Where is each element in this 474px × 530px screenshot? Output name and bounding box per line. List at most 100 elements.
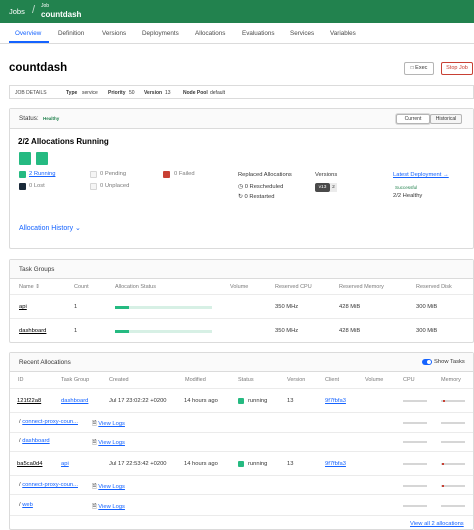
task-group-name[interactable]: dashboard — [19, 328, 46, 334]
tab-evaluations[interactable]: Evaluations — [242, 30, 275, 37]
task-group-disk: 300 MiB — [416, 328, 438, 334]
divider — [10, 412, 473, 413]
job-details-label: JOB DETAILS — [15, 89, 47, 96]
task-groups-title: Task Groups — [19, 266, 55, 273]
toggle-current[interactable]: Current — [396, 114, 430, 124]
col-id[interactable]: ID — [18, 377, 24, 383]
file-icon: 🗎 — [92, 440, 97, 446]
task-name-link[interactable]: connect-proxy-coun... — [22, 482, 78, 488]
file-icon: 🗎 — [92, 421, 97, 427]
pending-swatch — [90, 171, 97, 178]
col-reserved-disk[interactable]: Reserved Disk — [416, 284, 452, 290]
priority-label: Priority — [108, 89, 126, 96]
show-tasks-toggle[interactable] — [422, 359, 432, 365]
version-count: 2 — [330, 183, 337, 192]
running-swatch — [19, 171, 26, 178]
memory-usage-bar — [441, 441, 465, 443]
type-value: service — [82, 89, 98, 96]
toggle-historical[interactable]: Historical — [430, 114, 462, 124]
task-name-link[interactable]: web — [22, 502, 33, 508]
failed-count: 0 Failed — [174, 171, 195, 177]
cpu-usage-bar — [403, 422, 427, 424]
status-badge: Healthy — [43, 116, 60, 121]
deployment-healthy: 2/2 Healthy — [393, 193, 423, 199]
restarted-count: 0 Restarted — [244, 194, 275, 200]
allocation-block-running[interactable] — [36, 152, 48, 165]
task-group-count: 1 — [74, 304, 78, 310]
tab-overview[interactable]: Overview — [15, 30, 41, 37]
tab-versions[interactable]: Versions — [102, 30, 126, 37]
allocation-id-link[interactable]: ba5ca0d4 — [17, 461, 42, 467]
latest-deployment-link[interactable]: Latest Deployment → — [393, 172, 449, 178]
lost-swatch — [19, 183, 26, 190]
task-row: / connect-proxy-coun... — [19, 482, 78, 488]
col-reserved-memory[interactable]: Reserved Memory — [339, 284, 384, 290]
task-name-link[interactable]: connect-proxy-coun... — [22, 419, 78, 425]
breadcrumb-job-name[interactable]: countdash — [41, 10, 81, 19]
view-logs-link[interactable]: View Logs — [98, 484, 125, 490]
allocation-status-bar — [115, 306, 212, 309]
tab-variables[interactable]: Variables — [330, 30, 356, 37]
allocation-id-link[interactable]: 121f22a8 — [17, 398, 41, 404]
type-label: Type — [66, 89, 78, 96]
col-client[interactable]: Client — [325, 377, 339, 383]
allocation-task-group-link[interactable]: dashboard — [61, 398, 88, 404]
col-allocation-status: Allocation Status — [115, 284, 156, 290]
divider — [10, 294, 473, 295]
exec-button[interactable]: □ Exec — [404, 62, 434, 75]
active-tab-indicator — [9, 41, 49, 43]
view-logs-link[interactable]: View Logs — [98, 440, 125, 446]
tab-deployments[interactable]: Deployments — [142, 30, 179, 37]
col-name[interactable]: Name ⇕ — [19, 284, 40, 290]
top-bar: Jobs / Job countdash — [0, 0, 474, 23]
task-name-link[interactable]: dashboard — [22, 438, 49, 444]
tab-services[interactable]: Services — [290, 30, 314, 37]
col-volume: Volume — [230, 284, 249, 290]
divider — [10, 475, 473, 476]
page-title: countdash — [9, 62, 68, 74]
divider — [10, 494, 473, 495]
col-modified[interactable]: Modified — [185, 377, 206, 383]
col-version[interactable]: Version — [287, 377, 305, 383]
tab-allocations[interactable]: Allocations — [195, 30, 225, 37]
allocation-task-group-link[interactable]: api — [61, 461, 69, 467]
running-link[interactable]: 2 Running — [29, 171, 55, 177]
allocation-history-label: Allocation History — [19, 225, 74, 232]
task-groups-panel: Task Groups — [9, 259, 474, 343]
replaced-heading: Replaced Allocations — [238, 172, 292, 178]
col-count[interactable]: Count — [74, 284, 89, 290]
task-group-cpu: 350 MHz — [275, 328, 299, 334]
task-group-name[interactable]: api — [19, 304, 27, 310]
col-task-group[interactable]: Task Group — [61, 377, 89, 383]
show-tasks-label: Show Tasks — [434, 359, 465, 365]
allocation-client-link[interactable]: 9f7fbfa3 — [325, 461, 346, 467]
allocation-client-link[interactable]: 9f7fbfa3 — [325, 398, 346, 404]
file-icon: 🗎 — [92, 484, 97, 490]
col-created[interactable]: Created — [109, 377, 129, 383]
divider — [10, 515, 473, 516]
restart-icon: ↻ — [238, 194, 243, 200]
stop-job-button[interactable]: Stop Job — [441, 62, 473, 75]
cpu-usage-bar — [403, 463, 427, 465]
breadcrumb-jobs[interactable]: Jobs — [9, 7, 25, 16]
rescheduled-row: ◷ 0 Rescheduled — [238, 184, 283, 190]
allocation-status: running — [248, 461, 268, 467]
view-all-allocations-link[interactable]: View all 2 allocations — [410, 521, 464, 527]
cpu-usage-bar — [403, 400, 427, 402]
task-row: / connect-proxy-coun... — [19, 419, 78, 425]
version-badge[interactable]: v13 — [315, 183, 330, 192]
exec-button-label: Exec — [415, 65, 428, 71]
allocation-version: 13 — [287, 461, 294, 467]
unplaced-count: 0 Unplaced — [100, 183, 130, 189]
col-reserved-cpu[interactable]: Reserved CPU — [275, 284, 312, 290]
view-logs-link[interactable]: View Logs — [98, 421, 125, 427]
allocation-block-running[interactable] — [19, 152, 31, 165]
job-details-bar: JOB DETAILS Type service Priority 50 Ver… — [9, 85, 474, 99]
node-pool-value: default — [210, 89, 226, 96]
view-logs-row: 🗎 View Logs — [92, 419, 125, 429]
view-logs-row: 🗎 View Logs — [92, 438, 125, 448]
view-logs-link[interactable]: View Logs — [98, 504, 125, 510]
tab-definition[interactable]: Definition — [58, 30, 84, 37]
allocation-history-toggle[interactable]: Allocation History ⌄ — [19, 224, 81, 232]
col-status[interactable]: Status — [238, 377, 254, 383]
